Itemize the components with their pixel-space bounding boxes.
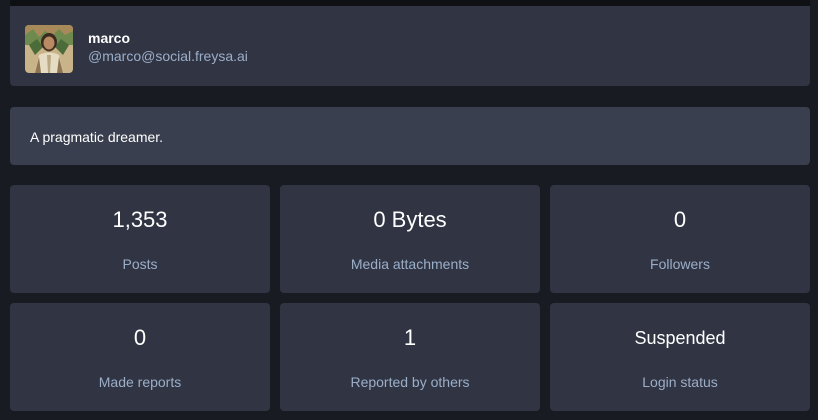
avatar[interactable] (25, 25, 73, 73)
stat-value: 1 (403, 325, 417, 350)
stat-label: Posts (122, 256, 158, 272)
stat-made-reports[interactable]: 0 Made reports (10, 303, 270, 411)
stat-label: Media attachments (350, 256, 470, 272)
stat-label: Followers (650, 256, 710, 272)
stat-reported-by-others[interactable]: 1 Reported by others (280, 303, 540, 411)
stat-label: Made reports (98, 374, 182, 390)
stat-value: Suspended (634, 328, 726, 348)
display-name[interactable]: marco (88, 30, 130, 46)
avatar-image-icon (25, 25, 73, 73)
account-handle: @marco@social.freysa.ai (88, 48, 248, 64)
bio-text: A pragmatic dreamer. (30, 129, 164, 145)
stat-followers[interactable]: 0 Followers (550, 185, 810, 293)
stat-value: 0 (673, 207, 687, 232)
stat-login-status[interactable]: Suspended Login status (550, 303, 810, 411)
account-card[interactable]: marco @marco@social.freysa.ai (10, 6, 810, 86)
stat-media-attachments[interactable]: 0 Bytes Media attachments (280, 185, 540, 293)
stat-value: 1,353 (112, 207, 168, 232)
stat-label: Login status (642, 374, 718, 390)
stat-label: Reported by others (350, 374, 470, 390)
bio-card: A pragmatic dreamer. (10, 107, 810, 165)
stat-value: 0 (133, 325, 147, 350)
stat-value: 0 Bytes (373, 207, 447, 232)
stat-posts[interactable]: 1,353 Posts (10, 185, 270, 293)
